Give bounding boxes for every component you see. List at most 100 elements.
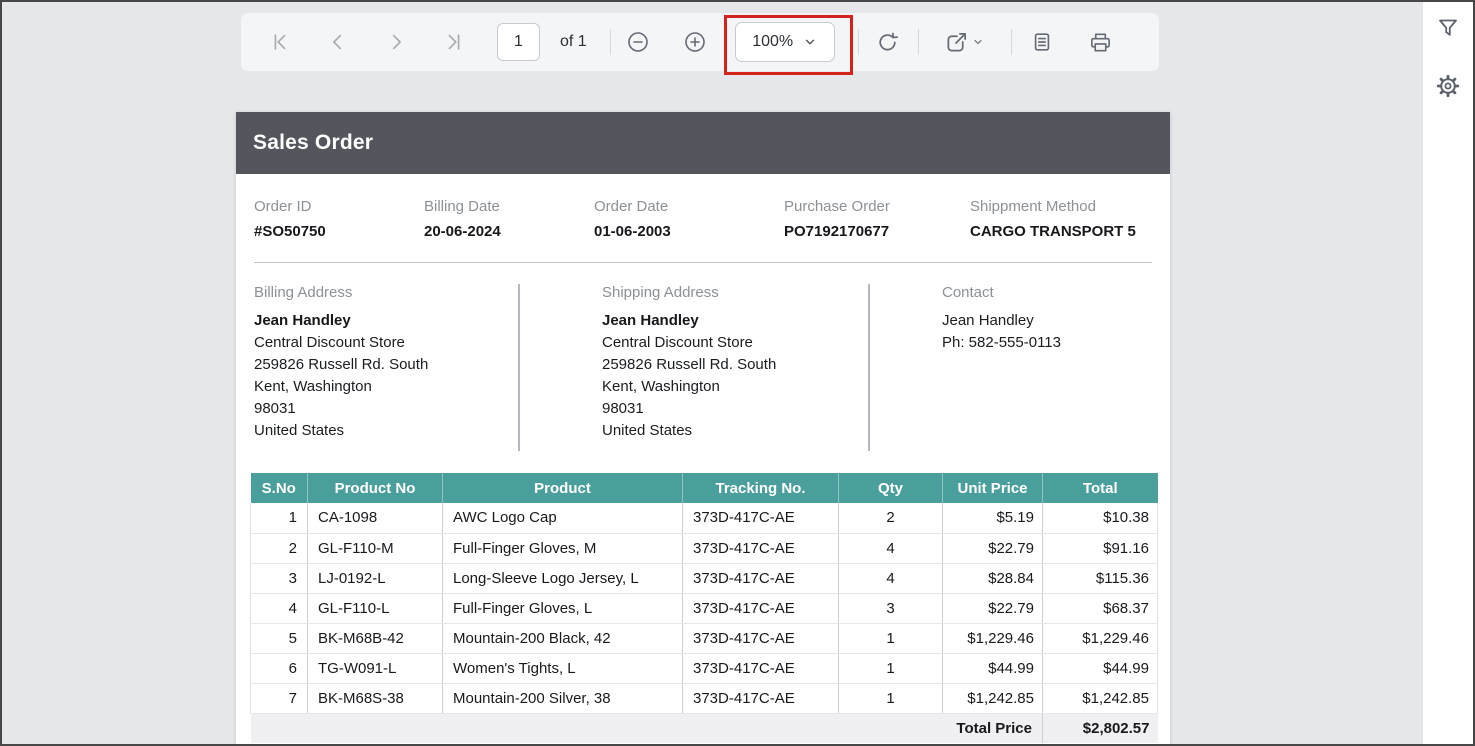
col-header-tracking: Tracking No.: [682, 473, 839, 503]
last-page-button[interactable]: [442, 30, 466, 54]
filter-button[interactable]: [1434, 14, 1462, 42]
col-header-sno: S.No: [250, 473, 308, 503]
zoom-level-value: 100%: [752, 33, 794, 50]
purchase-order-value: PO7192170677: [784, 223, 890, 240]
cell-product: Long-Sleeve Logo Jersey, L: [442, 563, 683, 594]
next-page-icon: [385, 31, 407, 53]
contact-block: Contact Jean Handley Ph: 582-555-0113: [870, 284, 1170, 451]
info-divider-line: [254, 262, 1152, 263]
export-icon: [945, 31, 968, 54]
cell-product: Mountain-200 Black, 42: [442, 623, 683, 654]
col-header-unit-price: Unit Price: [942, 473, 1043, 503]
table-row: 2 GL-F110-M Full-Finger Gloves, M 373D-4…: [250, 533, 1158, 564]
contact-phone: Ph: 582-555-0113: [942, 334, 1061, 351]
zoom-level-select[interactable]: 100%: [734, 22, 835, 62]
contact-name: Jean Handley: [942, 312, 1034, 329]
purchase-order-field: Purchase Order PO7192170677: [784, 198, 970, 240]
toolbar-separator: [917, 29, 919, 55]
col-header-total: Total: [1042, 473, 1158, 503]
shipping-address-line: 259826 Russell Rd. South: [602, 356, 777, 373]
table-footer-row: Total Price $2,802.57: [250, 713, 1158, 743]
cell-sno: 3: [250, 563, 308, 594]
cell-product-no: GL-F110-M: [307, 533, 443, 564]
first-page-icon: [269, 31, 291, 53]
cell-sno: 2: [250, 533, 308, 564]
table-row: 1 CA-1098 AWC Logo Cap 373D-417C-AE 2 $5…: [250, 503, 1158, 534]
cell-sno: 5: [250, 623, 308, 654]
cell-unit-price: $28.84: [942, 563, 1043, 594]
total-price-label: Total Price: [250, 713, 1043, 743]
zoom-out-button[interactable]: [626, 30, 650, 54]
filter-icon: [1436, 16, 1460, 40]
order-id-value: #SO50750: [254, 223, 326, 240]
cell-tracking: 373D-417C-AE: [682, 563, 839, 594]
billing-address-block: Billing Address Jean Handley Central Dis…: [236, 284, 518, 451]
page-number-input[interactable]: [497, 23, 540, 61]
cell-unit-price: $44.99: [942, 653, 1043, 684]
cell-unit-price: $5.19: [942, 503, 1043, 534]
next-page-button[interactable]: [384, 30, 408, 54]
table-row: 3 LJ-0192-L Long-Sleeve Logo Jersey, L 3…: [250, 563, 1158, 594]
order-id-label: Order ID: [254, 198, 312, 215]
cell-product-no: BK-M68B-42: [307, 623, 443, 654]
gear-icon: [1435, 73, 1461, 99]
zoom-in-button[interactable]: [683, 30, 707, 54]
cell-unit-price: $1,229.46: [942, 623, 1043, 654]
cell-sno: 6: [250, 653, 308, 684]
cell-unit-price: $22.79: [942, 533, 1043, 564]
cell-sno: 1: [250, 503, 308, 534]
last-page-icon: [443, 31, 465, 53]
cell-total: $10.38: [1042, 503, 1158, 534]
cell-total: $115.36: [1042, 563, 1158, 594]
order-info-row: Order ID #SO50750 Billing Date 20-06-202…: [236, 174, 1170, 240]
col-header-product-no: Product No: [307, 473, 443, 503]
table-header-row: S.No Product No Product Tracking No. Qty…: [250, 473, 1158, 503]
address-section: Billing Address Jean Handley Central Dis…: [236, 284, 1170, 451]
first-page-button[interactable]: [268, 30, 292, 54]
shipping-address-label: Shipping Address: [602, 284, 719, 301]
page-text-view-button[interactable]: [1030, 30, 1054, 54]
page-count-label: of 1: [560, 33, 587, 50]
document-title-bar: Sales Order: [236, 112, 1170, 174]
export-button[interactable]: [943, 30, 987, 54]
cell-tracking: 373D-417C-AE: [682, 683, 839, 714]
shipping-address-line: 98031: [602, 400, 644, 417]
print-button[interactable]: [1089, 30, 1113, 54]
cell-tracking: 373D-417C-AE: [682, 593, 839, 624]
cell-tracking: 373D-417C-AE: [682, 653, 839, 684]
zoom-in-icon: [683, 30, 707, 54]
table-row: 6 TG-W091-L Women's Tights, L 373D-417C-…: [250, 653, 1158, 684]
cell-qty: 4: [838, 563, 943, 594]
cell-qty: 2: [838, 503, 943, 534]
previous-page-button[interactable]: [326, 30, 350, 54]
cell-product: Full-Finger Gloves, M: [442, 533, 683, 564]
cell-qty: 1: [838, 623, 943, 654]
cell-product-no: GL-F110-L: [307, 593, 443, 624]
table-row: 5 BK-M68B-42 Mountain-200 Black, 42 373D…: [250, 623, 1158, 654]
settings-button[interactable]: [1434, 72, 1462, 100]
billing-date-label: Billing Date: [424, 198, 500, 215]
table-row: 4 GL-F110-L Full-Finger Gloves, L 373D-4…: [250, 593, 1158, 624]
zoom-out-icon: [626, 30, 650, 54]
billing-address-line: Central Discount Store: [254, 334, 405, 351]
refresh-button[interactable]: [876, 30, 900, 54]
cell-product: Women's Tights, L: [442, 653, 683, 684]
line-items-table: S.No Product No Product Tracking No. Qty…: [250, 473, 1158, 743]
order-id-field: Order ID #SO50750: [254, 198, 424, 240]
document-title: Sales Order: [253, 131, 374, 154]
billing-address-line: 98031: [254, 400, 296, 417]
cell-product-no: CA-1098: [307, 503, 443, 534]
cell-product-no: BK-M68S-38: [307, 683, 443, 714]
billing-date-field: Billing Date 20-06-2024: [424, 198, 594, 240]
cell-unit-price: $1,242.85: [942, 683, 1043, 714]
viewer-toolbar: of 1 100%: [240, 12, 1160, 72]
cell-tracking: 373D-417C-AE: [682, 503, 839, 534]
toolbar-separator: [1010, 29, 1012, 55]
cell-product: AWC Logo Cap: [442, 503, 683, 534]
table-row: 7 BK-M68S-38 Mountain-200 Silver, 38 373…: [250, 683, 1158, 714]
cell-qty: 1: [838, 653, 943, 684]
cell-tracking: 373D-417C-AE: [682, 623, 839, 654]
cell-qty: 4: [838, 533, 943, 564]
billing-date-value: 20-06-2024: [424, 223, 501, 240]
cell-total: $1,242.85: [1042, 683, 1158, 714]
